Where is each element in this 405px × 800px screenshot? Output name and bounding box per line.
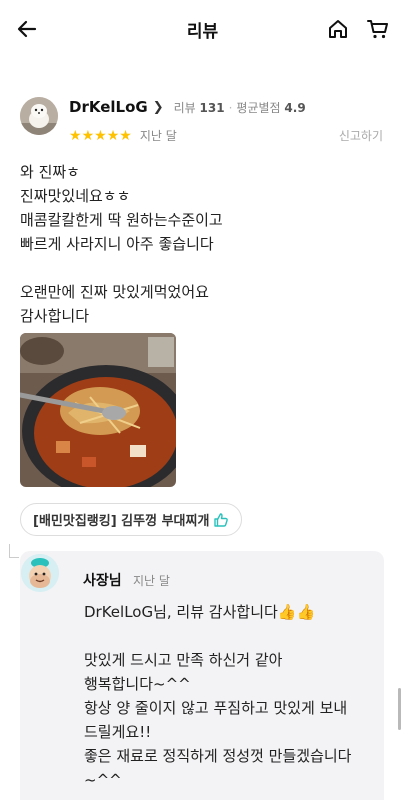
reviewer-stats: 리뷰 131 · 평균별점 4.9 (174, 99, 306, 116)
thumbs-up-icon (214, 512, 229, 527)
owner-avatar (21, 554, 59, 592)
page-title: 리뷰 (186, 21, 219, 42)
home-icon (329, 20, 347, 38)
reply-text-line: 행복합니다~^^ (84, 675, 191, 693)
home-button[interactable] (323, 14, 353, 44)
cart-icon (367, 20, 388, 39)
report-button[interactable]: 신고하기 (339, 127, 383, 144)
review-text-line (20, 256, 385, 280)
owner-reply-date: 지난 달 (133, 574, 170, 588)
scrollbar[interactable] (398, 688, 401, 730)
reply-text-line: ~^^ (84, 771, 122, 789)
back-button[interactable] (12, 14, 42, 44)
cart-button[interactable] (363, 14, 393, 44)
owner-name: 사장님 (83, 573, 122, 589)
review-text-line: 진짜맛있네요ㅎㅎ (20, 187, 131, 205)
reviewer-nickname[interactable]: DrKelLoG (69, 98, 148, 116)
star-icon: ★ (119, 127, 132, 144)
reply-text-line (84, 624, 374, 648)
reply-text-line: 좋은 재료로 정직하게 정성껏 만들겠습니다 (84, 747, 352, 765)
reply-text-line: 항상 양 줄이지 않고 푸짐하고 맛있게 보내 (84, 699, 348, 717)
reply-connector (9, 544, 19, 558)
rating-row: ★ ★ ★ ★ ★ 지난 달 (69, 127, 177, 144)
back-arrow-icon (17, 20, 37, 38)
star-rating: ★ ★ ★ ★ ★ (69, 129, 132, 143)
review-date: 지난 달 (139, 129, 177, 143)
review-text-line: 감사합니다 (20, 307, 90, 325)
avg-rating: 4.9 (284, 100, 306, 115)
avg-rating-label: 평균별점 (236, 100, 281, 115)
review-text-line: 오랜만에 진짜 맛있게먹었어요 (20, 283, 209, 301)
top-bar: 리뷰 (0, 0, 405, 58)
star-icon: ★ (81, 127, 95, 144)
dog-avatar-icon (20, 97, 58, 135)
review-text-line: 빠르게 사라지니 아주 좋습니다 (20, 235, 214, 253)
review-photo[interactable] (20, 333, 176, 487)
chevron-right-icon[interactable]: ❯ (153, 100, 164, 115)
star-icon: ★ (69, 127, 82, 144)
food-photo-icon (20, 333, 176, 487)
review-text-line: 와 진짜ㅎ (20, 163, 80, 181)
reviewer-avatar[interactable] (20, 97, 58, 135)
owner-reply-content: DrKelLoG님, 리뷰 감사합니다👍👍 맛있게 드시고 만족 하신거 같아행복… (84, 600, 374, 792)
reply-text-line: 드릴게요!! (84, 723, 152, 741)
stats-separator: · (228, 100, 233, 115)
menu-tag-label: [배민맛집랭킹] 김뚜껑 부대찌개 (33, 514, 210, 529)
reply-text-line: DrKelLoG님, 리뷰 감사합니다👍👍 (84, 603, 316, 621)
review-text-line: 매콤칼칼한게 딱 원하는수준이고 (20, 211, 223, 229)
star-icon: ★ (94, 127, 107, 144)
review-count-label: 리뷰 (173, 100, 196, 115)
reply-text-line: 맛있게 드시고 만족 하신거 같아 (84, 651, 283, 669)
owner-character-icon (21, 554, 59, 592)
menu-tag[interactable]: [배민맛집랭킹] 김뚜껑 부대찌개 (20, 503, 243, 536)
reviewer-info: DrKelLoG ❯ 리뷰 131 · 평균별점 4.9 (69, 98, 306, 116)
star-icon: ★ (106, 127, 120, 144)
review-count: 131 (199, 100, 225, 115)
review-content: 와 진짜ㅎ 진짜맛있네요ㅎㅎ 매콤칼칼한게 딱 원하는수준이고빠르게 사라지니 아주… (20, 160, 385, 328)
